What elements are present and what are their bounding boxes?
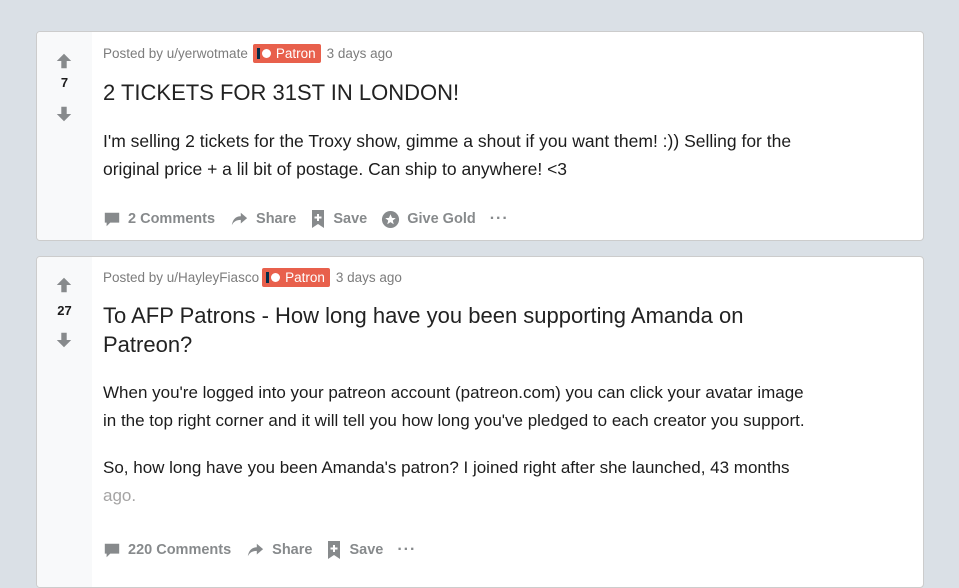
vote-column: 27 xyxy=(37,257,92,587)
gold-star-icon xyxy=(382,210,400,228)
body-line: I'm selling 2 tickets for the Troxy show… xyxy=(103,131,792,151)
body-line: original price + a lil bit of postage. C… xyxy=(103,159,568,179)
author-link[interactable]: Posted by u/yerwotmate xyxy=(103,46,248,61)
body-line: ago. xyxy=(103,486,137,505)
title-line: Patreon? xyxy=(103,332,193,357)
upvote-icon[interactable] xyxy=(55,276,73,294)
comments-button[interactable]: 2 Comments xyxy=(103,210,215,228)
upvote-icon[interactable] xyxy=(55,52,73,70)
flair-label: Patron xyxy=(275,46,316,61)
vote-score: 7 xyxy=(60,75,69,90)
downvote-icon[interactable] xyxy=(55,331,73,349)
patron-flair: Patron xyxy=(252,44,321,63)
body-line: When you're logged into your patreon acc… xyxy=(103,383,804,402)
author-link[interactable]: Posted by u/HayleyFiasco xyxy=(103,270,259,285)
post-time: 3 days ago xyxy=(335,270,402,285)
bookmark-icon xyxy=(328,541,341,559)
downvote-icon[interactable] xyxy=(55,105,73,123)
save-button[interactable]: Save xyxy=(310,209,367,229)
share-button[interactable]: Share xyxy=(245,541,312,559)
comments-label: 2 Comments xyxy=(128,211,216,227)
post-title[interactable]: To AFP Patrons - How long have you been … xyxy=(103,301,743,359)
patreon-bar-icon xyxy=(256,48,260,59)
share-button[interactable]: Share xyxy=(229,210,296,228)
comments-button[interactable]: 220 Comments xyxy=(103,541,231,559)
patreon-dot-icon xyxy=(261,49,271,58)
body-line: in the top right corner and it will tell… xyxy=(103,411,805,430)
body-line: So, how long have you been Amanda's patr… xyxy=(103,458,790,477)
post-card[interactable]: 27 Posted by u/HayleyFiasco Patron 3 day… xyxy=(36,256,924,588)
post-body: I'm selling 2 tickets for the Troxy show… xyxy=(103,127,791,183)
save-button[interactable]: Save xyxy=(326,540,383,560)
patron-flair: Patron xyxy=(262,268,330,287)
save-label: Save xyxy=(333,211,368,227)
vote-score: 27 xyxy=(57,303,72,318)
more-options-button[interactable]: ··· xyxy=(490,210,509,228)
post-title[interactable]: 2 TICKETS FOR 31ST IN LONDON! xyxy=(103,78,459,107)
comment-icon xyxy=(104,543,120,558)
patreon-bar-icon xyxy=(266,272,270,283)
post-body: When you're logged into your patreon acc… xyxy=(103,379,805,510)
post-meta: Posted by u/yerwotmate Patron 3 days ago xyxy=(103,44,393,63)
post-time: 3 days ago xyxy=(326,46,393,61)
more-options-button[interactable]: ··· xyxy=(397,541,416,559)
save-label: Save xyxy=(349,542,384,558)
share-label: Share xyxy=(272,542,313,558)
bookmark-icon xyxy=(312,210,325,228)
comments-label: 220 Comments xyxy=(128,542,232,558)
vote-column: 7 xyxy=(37,32,92,240)
give-gold-label: Give Gold xyxy=(407,211,476,227)
title-line: To AFP Patrons - How long have you been … xyxy=(103,303,744,328)
post-meta: Posted by u/HayleyFiasco Patron 3 days a… xyxy=(103,268,402,287)
post-actions: 2 Comments Share Save Give Gold ··· xyxy=(103,209,523,229)
share-label: Share xyxy=(256,211,297,227)
comment-icon xyxy=(104,212,120,227)
share-icon xyxy=(247,543,264,557)
post-actions: 220 Comments Share Save ··· xyxy=(103,540,430,560)
share-icon xyxy=(231,212,248,226)
flair-label: Patron xyxy=(285,270,325,285)
give-gold-button[interactable]: Give Gold xyxy=(381,210,476,229)
post-card[interactable]: 7 Posted by u/yerwotmate Patron 3 days a… xyxy=(36,31,924,241)
patreon-dot-icon xyxy=(271,273,281,282)
